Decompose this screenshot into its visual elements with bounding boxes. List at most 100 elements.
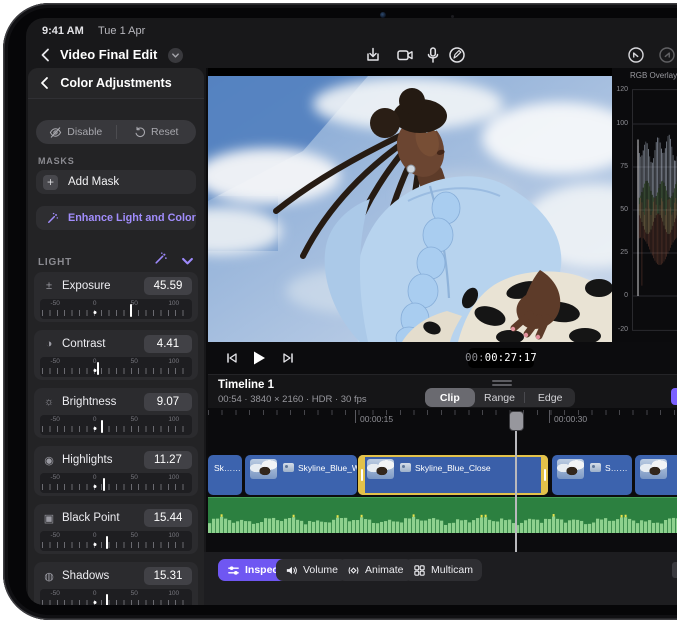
video-track: Sk……Skyline_Blue_WideSkyline_Blue_CloseS… bbox=[208, 455, 677, 495]
clip-partial-4[interactable] bbox=[635, 455, 677, 495]
slider-card-shadows: ◍ Shadows 15.31 -50050100 bbox=[34, 562, 198, 605]
disable-button[interactable]: Disable bbox=[36, 126, 116, 139]
bottom-toolbar: Inspect Volume Animate Multicam bbox=[204, 552, 677, 605]
mode-range[interactable]: Range bbox=[475, 388, 525, 407]
slider-card-brightness: ☼Brightness9.07-50050100 bbox=[34, 388, 198, 438]
scope-axis-label: 120 bbox=[612, 86, 628, 93]
clip-media-icon bbox=[283, 463, 294, 472]
auto-enhance-icon[interactable] bbox=[153, 251, 168, 266]
slider-scale-label: 0 bbox=[93, 300, 97, 307]
add-mask-button[interactable]: + Add Mask bbox=[36, 170, 196, 194]
clip-media-icon bbox=[590, 463, 601, 472]
scope-axis-label: 25 bbox=[612, 249, 628, 256]
slider-indicator[interactable] bbox=[101, 420, 103, 433]
panel-drag-handle[interactable] bbox=[492, 380, 512, 388]
slider-indicator[interactable] bbox=[106, 536, 108, 549]
slider-value-highlights[interactable]: 11.27 bbox=[144, 451, 192, 469]
slider-indicator[interactable] bbox=[130, 304, 132, 317]
slider-scale-label: 50 bbox=[131, 358, 138, 365]
viewer-photo bbox=[208, 76, 612, 342]
slider-name: Shadows bbox=[62, 570, 109, 582]
pencil-icon[interactable] bbox=[448, 46, 466, 64]
slider-track-black-point[interactable]: -50050100 bbox=[40, 531, 192, 551]
clip-s-[interactable]: S…… bbox=[552, 455, 632, 495]
screen: 9:41 AM Tue 1 Apr Video Final Edit bbox=[26, 18, 677, 605]
clip-skyline-blue-close[interactable]: Skyline_Blue_Close bbox=[358, 455, 548, 495]
clip-skyline-blue-wide[interactable]: Skyline_Blue_Wide bbox=[245, 455, 357, 495]
slider-value-black-point[interactable]: 15.44 bbox=[144, 509, 192, 527]
slider-value-exposure[interactable]: 45.59 bbox=[144, 277, 192, 295]
slider-value-contrast[interactable]: 4.41 bbox=[144, 335, 192, 353]
brightness-icon: ☼ bbox=[42, 396, 56, 408]
black-point-icon: ▣ bbox=[42, 512, 56, 525]
slider-ticks bbox=[42, 426, 190, 432]
disable-reset-group: Disable Reset bbox=[36, 120, 196, 144]
slider-card-contrast: ◑Contrast4.41-50050100 bbox=[34, 330, 198, 380]
import-icon[interactable] bbox=[364, 46, 382, 64]
cutoff-purple-button[interactable] bbox=[671, 388, 677, 405]
project-menu-button[interactable] bbox=[168, 48, 183, 63]
undo-icon[interactable] bbox=[627, 46, 645, 64]
shadows-icon: ◍ bbox=[42, 570, 56, 583]
clip-trim-handle-left[interactable] bbox=[358, 455, 365, 495]
slider-track-highlights[interactable]: -50050100 bbox=[40, 473, 192, 493]
exposure-icon: ± bbox=[42, 280, 56, 292]
animate-button[interactable]: Animate bbox=[338, 559, 413, 581]
previous-frame-button[interactable] bbox=[224, 350, 240, 366]
slider-scale-label: 50 bbox=[131, 590, 138, 597]
timecode-display[interactable]: 00:00:27:17 bbox=[468, 348, 534, 368]
slider-label-row: ± Exposure 45.59 bbox=[42, 277, 192, 295]
slider-indicator[interactable] bbox=[103, 478, 105, 491]
slider-label-row: ◍ Shadows 15.31 bbox=[42, 567, 192, 585]
light-section-header[interactable]: LIGHT bbox=[38, 252, 196, 268]
microphone-icon[interactable] bbox=[424, 46, 442, 64]
playhead-handle[interactable] bbox=[509, 411, 524, 431]
inspect-icon bbox=[227, 564, 240, 577]
audio-track[interactable] bbox=[208, 497, 677, 533]
clip-sk-[interactable]: Sk…… bbox=[208, 455, 242, 495]
highlights-icon: ◉ bbox=[42, 454, 56, 467]
timeline-name: Timeline 1 bbox=[218, 379, 274, 391]
ruler-major-tick bbox=[549, 410, 550, 423]
video-viewer[interactable] bbox=[208, 68, 612, 342]
slider-track-shadows[interactable]: -50050100 bbox=[40, 589, 192, 605]
clip-thumbnail bbox=[557, 459, 584, 479]
edit-mode-segmented-control: ClipRangeEdge bbox=[425, 388, 575, 407]
timeline-ruler[interactable]: 00:00:1500:00:30 bbox=[208, 408, 677, 455]
enhance-light-color-button[interactable]: Enhance Light and Color bbox=[36, 206, 196, 230]
play-button[interactable] bbox=[250, 349, 268, 367]
slider-scale-label: -50 bbox=[50, 416, 59, 423]
scope-axis-label: 50 bbox=[612, 206, 628, 213]
color-adjustments-panel: Color Adjustments Disable Reset MASKS + bbox=[28, 68, 204, 605]
page: 9:41 AM Tue 1 Apr Video Final Edit bbox=[0, 0, 677, 626]
title-bar: Video Final Edit bbox=[26, 42, 677, 68]
cutoff-right-button[interactable] bbox=[672, 562, 677, 578]
slider-track-contrast[interactable]: -50050100 bbox=[40, 357, 192, 377]
slider-name: Exposure bbox=[62, 280, 111, 292]
back-icon[interactable] bbox=[38, 47, 54, 63]
slider-indicator[interactable] bbox=[106, 594, 108, 605]
reset-button[interactable]: Reset bbox=[117, 126, 197, 138]
clip-trim-handle-right[interactable] bbox=[541, 455, 548, 495]
slider-scale-label: -50 bbox=[50, 358, 59, 365]
mode-clip[interactable]: Clip bbox=[425, 388, 475, 407]
slider-zero-marker bbox=[93, 311, 96, 314]
slider-name: Highlights bbox=[62, 454, 113, 466]
slider-indicator[interactable] bbox=[97, 362, 99, 375]
next-frame-button[interactable] bbox=[280, 350, 296, 366]
scope-axis-label: -20 bbox=[612, 326, 628, 333]
slider-value-shadows[interactable]: 15.31 bbox=[144, 567, 192, 585]
camera-icon[interactable] bbox=[396, 46, 414, 64]
panel-header: Color Adjustments bbox=[28, 68, 204, 99]
slider-track-exposure[interactable]: -50050100 bbox=[40, 299, 192, 319]
multicam-button[interactable]: Multicam bbox=[404, 559, 482, 581]
slider-value-brightness[interactable]: 9.07 bbox=[144, 393, 192, 411]
ruler-label: 00:00:30 bbox=[554, 414, 587, 424]
volume-button[interactable]: Volume bbox=[276, 559, 347, 581]
slider-card-black-point: ▣Black Point15.44-50050100 bbox=[34, 504, 198, 554]
slider-track-brightness[interactable]: -50050100 bbox=[40, 415, 192, 435]
slider-ticks bbox=[42, 368, 190, 374]
collapse-chevron-icon[interactable] bbox=[180, 254, 195, 269]
mode-edge[interactable]: Edge bbox=[525, 388, 575, 407]
playhead-line bbox=[515, 412, 517, 552]
